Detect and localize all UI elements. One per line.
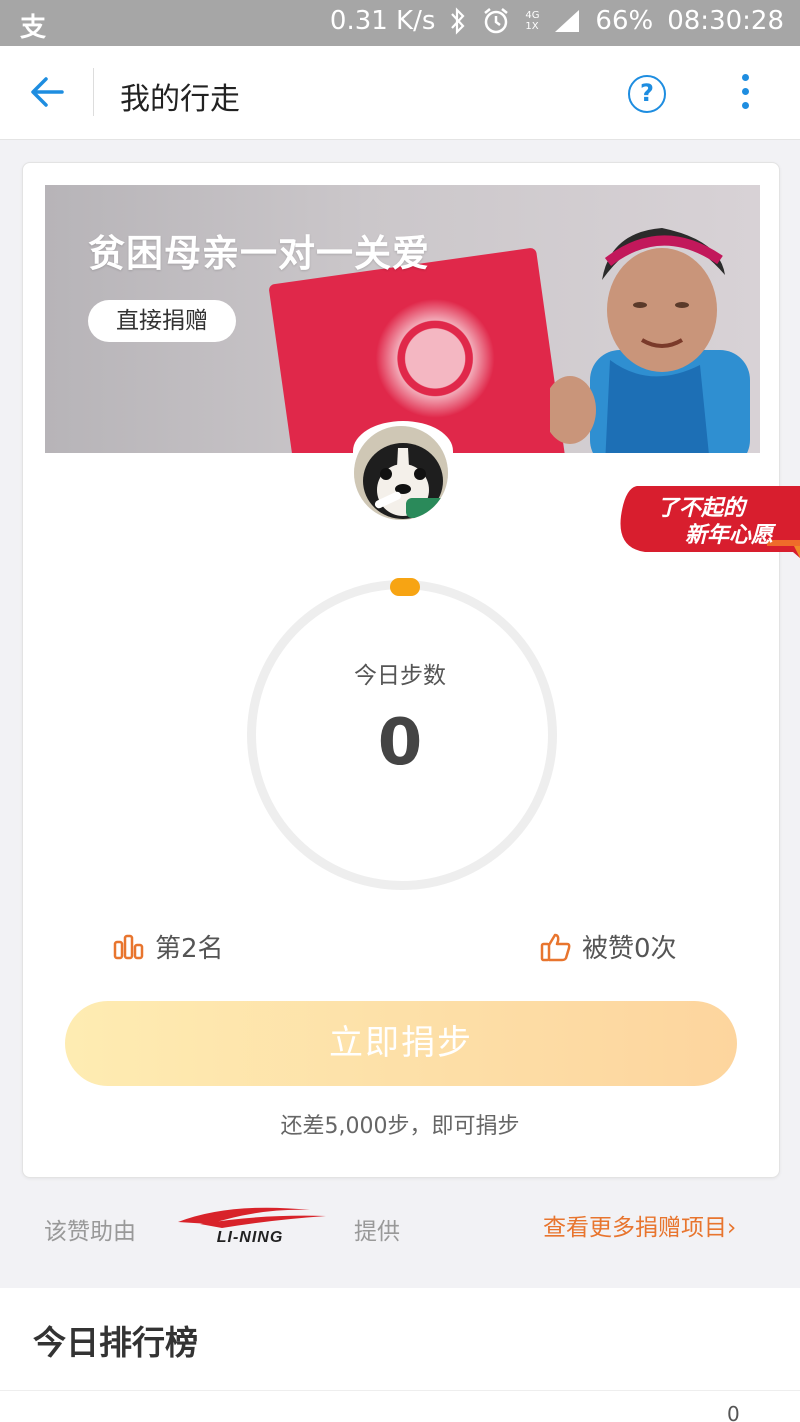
help-icon[interactable]: ? bbox=[628, 75, 666, 113]
li-ning-logo: LI-NING bbox=[178, 1207, 326, 1246]
new-year-wish-ribbon[interactable] bbox=[617, 486, 800, 558]
steps-count: 0 bbox=[377, 706, 423, 780]
steps-label: 今日步数 bbox=[354, 663, 446, 689]
leaderboard-section: 今日排行榜 0 bbox=[0, 1288, 800, 1422]
sponsor-suffix: 提供 bbox=[354, 1219, 400, 1245]
elderly-mother-photo bbox=[550, 228, 750, 453]
status-bar-right: 0.31 K/s 4G 1X 66% 08:30:28 bbox=[330, 6, 784, 36]
net-speed: 0.31 K/s bbox=[329, 6, 436, 36]
progress-indicator-dot bbox=[390, 578, 420, 596]
header-divider bbox=[93, 68, 94, 116]
charity-banner[interactable]: 贫困母亲一对一关爱 直接捐赠 bbox=[45, 185, 760, 453]
avatar[interactable] bbox=[352, 424, 450, 522]
rank-stat[interactable]: 第2名 bbox=[113, 928, 224, 965]
more-donation-projects-link[interactable]: 查看更多捐赠项目› bbox=[543, 1208, 736, 1242]
app-header: 我的行走 ? bbox=[0, 46, 800, 140]
direct-donate-button[interactable]: 直接捐赠 bbox=[88, 300, 236, 342]
more-icon[interactable] bbox=[738, 74, 752, 114]
clock: 08:30:28 bbox=[667, 6, 784, 36]
alipay-notification-icon: 支 bbox=[20, 13, 47, 43]
rank-label: 第2名 bbox=[155, 934, 224, 964]
signal-icon bbox=[555, 10, 580, 32]
status-bar: 支 0.31 K/s 4G 1X 66% 08:30:28 bbox=[0, 0, 800, 46]
bluetooth-icon bbox=[451, 7, 465, 35]
banner-title: 贫困母亲一对一关爱 bbox=[88, 232, 430, 275]
remaining-steps-text: 还差5,000步，即可捐步 bbox=[280, 1114, 520, 1139]
network-type: 4G 1X bbox=[525, 10, 540, 32]
back-arrow-icon[interactable] bbox=[28, 72, 68, 112]
sponsor-brand: LI-NING bbox=[217, 1229, 284, 1246]
battery-level: 66% bbox=[595, 6, 654, 36]
alarm-icon bbox=[484, 8, 509, 34]
sponsor-prefix: 该赞助由 bbox=[44, 1219, 136, 1245]
page-title: 我的行走 bbox=[120, 82, 240, 117]
leaderboard-title: 今日排行榜 bbox=[33, 1323, 198, 1362]
likes-stat[interactable]: 被赞0次 bbox=[540, 928, 677, 965]
likes-label: 被赞0次 bbox=[582, 934, 677, 964]
bar-chart-icon bbox=[113, 934, 144, 959]
leaderboard-divider bbox=[0, 1390, 800, 1391]
leaderboard-first-value: 0 bbox=[727, 1402, 740, 1422]
dog-avatar-image bbox=[354, 426, 448, 520]
thumbs-up-icon bbox=[540, 933, 571, 961]
donate-steps-button[interactable]: 立即捐步 bbox=[65, 1001, 737, 1086]
